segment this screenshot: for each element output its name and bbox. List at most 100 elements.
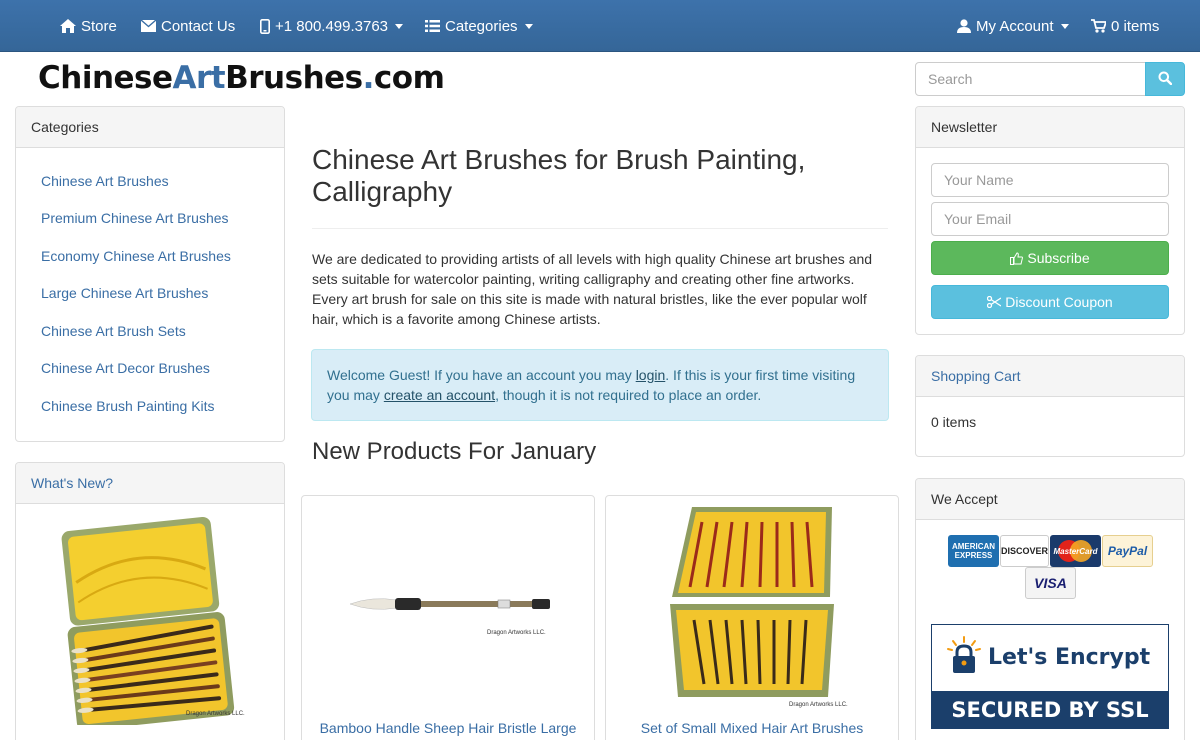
- home-icon: [60, 19, 76, 33]
- categories-panel: Categories Chinese Art Brushes Premium C…: [15, 106, 285, 442]
- list-item: Premium Chinese Art Brushes: [41, 200, 259, 238]
- nav-contact[interactable]: Contact Us: [141, 0, 235, 52]
- top-navbar: Store Contact Us +1 800.499.3763 Categor…: [0, 0, 1200, 52]
- newsletter-heading: Newsletter: [916, 107, 1184, 148]
- we-accept-heading: We Accept: [916, 479, 1184, 520]
- lets-encrypt-badge[interactable]: Let's Encrypt SECURED BY SSL: [931, 624, 1169, 729]
- subscribe-button[interactable]: Subscribe: [931, 241, 1169, 275]
- shopping-cart-panel: Shopping Cart 0 items: [915, 355, 1185, 457]
- nav-store[interactable]: Store: [60, 0, 117, 52]
- nav-categories-dropdown[interactable]: Categories: [425, 0, 533, 52]
- product-image[interactable]: Dragon Artworks LLC.: [302, 496, 594, 711]
- lets-encrypt-text: Let's Encrypt: [988, 645, 1151, 670]
- name-field[interactable]: [931, 163, 1169, 197]
- chevron-down-icon: [524, 23, 533, 29]
- watermark-label: Dragon Artworks LLC.: [186, 711, 245, 717]
- visa-card-icon: VISA: [1025, 567, 1076, 599]
- newsletter-panel: Newsletter Subscribe Discount Coupon: [915, 106, 1185, 335]
- user-icon: [957, 19, 971, 33]
- divider: [312, 228, 888, 229]
- whats-new-product-image[interactable]: Dragon Artworks LLC.: [16, 505, 284, 731]
- coupon-label: Discount Coupon: [1005, 294, 1113, 310]
- chevron-down-icon: [395, 23, 404, 29]
- create-account-link[interactable]: create an account: [384, 387, 495, 403]
- scissors-icon: [987, 296, 1002, 308]
- nav-account-label: My Account: [976, 17, 1054, 35]
- site-logo[interactable]: ChineseArtBrushes.com: [38, 60, 445, 96]
- subscribe-label: Subscribe: [1027, 250, 1090, 266]
- logo-text-brushes: Brushes: [225, 60, 363, 96]
- we-accept-panel: We Accept AMERICAN EXPRESS DISCOVER Mast…: [915, 478, 1185, 740]
- list-item: Chinese Art Decor Brushes: [41, 350, 259, 388]
- category-link[interactable]: Chinese Art Brushes: [41, 173, 169, 189]
- alert-text: , though it is not required to place an …: [495, 387, 762, 403]
- product-card[interactable]: Dragon Artworks LLC. Set of Small Mixed …: [605, 495, 899, 740]
- page-title: Chinese Art Brushes for Brush Painting, …: [312, 144, 806, 207]
- shopping-cart-heading: Shopping Cart: [916, 356, 1184, 397]
- email-field[interactable]: [931, 202, 1169, 236]
- new-products-heading: New Products For January: [312, 438, 597, 465]
- category-list: Chinese Art Brushes Premium Chinese Art …: [16, 148, 284, 439]
- search-bar: [915, 62, 1185, 96]
- envelope-icon: [141, 20, 156, 32]
- nav-store-label: Store: [81, 17, 117, 35]
- cart-count: 0 items: [931, 414, 977, 430]
- search-icon: [1158, 71, 1173, 88]
- categories-heading: Categories: [16, 107, 284, 148]
- product-name[interactable]: Bamboo Handle Sheep Hair Bristle Large: [302, 720, 594, 736]
- category-link[interactable]: Large Chinese Art Brushes: [41, 285, 208, 301]
- nav-my-account-dropdown[interactable]: My Account: [957, 0, 1069, 52]
- mastercard-label: MasterCard: [1053, 546, 1098, 556]
- list-item: Chinese Brush Painting Kits: [41, 387, 259, 425]
- visa-label: VISA: [1034, 575, 1067, 591]
- login-link[interactable]: login: [636, 367, 666, 383]
- mobile-phone-icon: [260, 18, 270, 34]
- intro-paragraph: We are dedicated to providing artists of…: [312, 251, 873, 327]
- shopping-cart-link[interactable]: Shopping Cart: [931, 368, 1021, 384]
- welcome-alert: Welcome Guest! If you have an account yo…: [311, 349, 889, 421]
- whats-new-heading: What's New?: [16, 463, 284, 504]
- mastercard-icon: MasterCard: [1050, 535, 1101, 567]
- search-button[interactable]: [1145, 62, 1185, 96]
- watermark-label: Dragon Artworks LLC.: [487, 630, 546, 636]
- nav-cart[interactable]: 0 items: [1091, 0, 1159, 52]
- discover-label: DISCOVER: [1001, 546, 1049, 556]
- product-image[interactable]: Dragon Artworks LLC.: [606, 496, 898, 711]
- category-link[interactable]: Chinese Art Brush Sets: [41, 323, 186, 339]
- discover-card-icon: DISCOVER: [1000, 535, 1049, 567]
- list-item: Large Chinese Art Brushes: [41, 275, 259, 313]
- paypal-card-icon: PayPal: [1102, 535, 1153, 567]
- alert-text: Welcome Guest! If you have an account yo…: [327, 367, 636, 383]
- watermark-label: Dragon Artworks LLC.: [789, 702, 848, 708]
- category-link[interactable]: Chinese Art Decor Brushes: [41, 360, 210, 376]
- nav-cart-label: 0 items: [1111, 17, 1160, 35]
- discount-coupon-button[interactable]: Discount Coupon: [931, 285, 1169, 319]
- amex-label: EXPRESS: [954, 551, 993, 560]
- whats-new-link[interactable]: What's New?: [31, 475, 113, 491]
- nav-contact-label: Contact Us: [161, 17, 236, 35]
- logo-text-chinese: Chinese: [38, 60, 173, 96]
- logo-text-art: Art: [172, 60, 226, 96]
- list-item: Chinese Art Brush Sets: [41, 312, 259, 350]
- amex-card-icon: AMERICAN EXPRESS: [948, 535, 999, 567]
- nav-phone-dropdown[interactable]: +1 800.499.3763: [260, 0, 404, 52]
- category-link[interactable]: Chinese Brush Painting Kits: [41, 398, 215, 414]
- shopping-cart-icon: [1091, 19, 1106, 33]
- paypal-label: PayPal: [1107, 544, 1148, 558]
- product-name[interactable]: Set of Small Mixed Hair Art Brushes: [606, 720, 898, 736]
- padlock-icon: [944, 635, 984, 675]
- list-item: Economy Chinese Art Brushes: [41, 237, 259, 275]
- amex-label: AMERICAN: [951, 542, 996, 551]
- category-link[interactable]: Premium Chinese Art Brushes: [41, 210, 229, 226]
- list-icon: [425, 20, 440, 32]
- category-link[interactable]: Economy Chinese Art Brushes: [41, 248, 231, 264]
- nav-phone-label: +1 800.499.3763: [275, 17, 389, 35]
- logo-text-com: com: [373, 60, 445, 96]
- search-input[interactable]: [915, 62, 1146, 96]
- thumbs-up-icon: [1010, 251, 1024, 265]
- chevron-down-icon: [1060, 23, 1069, 29]
- nav-categories-label: Categories: [445, 17, 518, 35]
- logo-text-dot: .: [362, 60, 375, 96]
- secured-by-ssl-text: SECURED BY SSL: [932, 691, 1168, 729]
- product-card[interactable]: Dragon Artworks LLC. Bamboo Handle Sheep…: [301, 495, 595, 740]
